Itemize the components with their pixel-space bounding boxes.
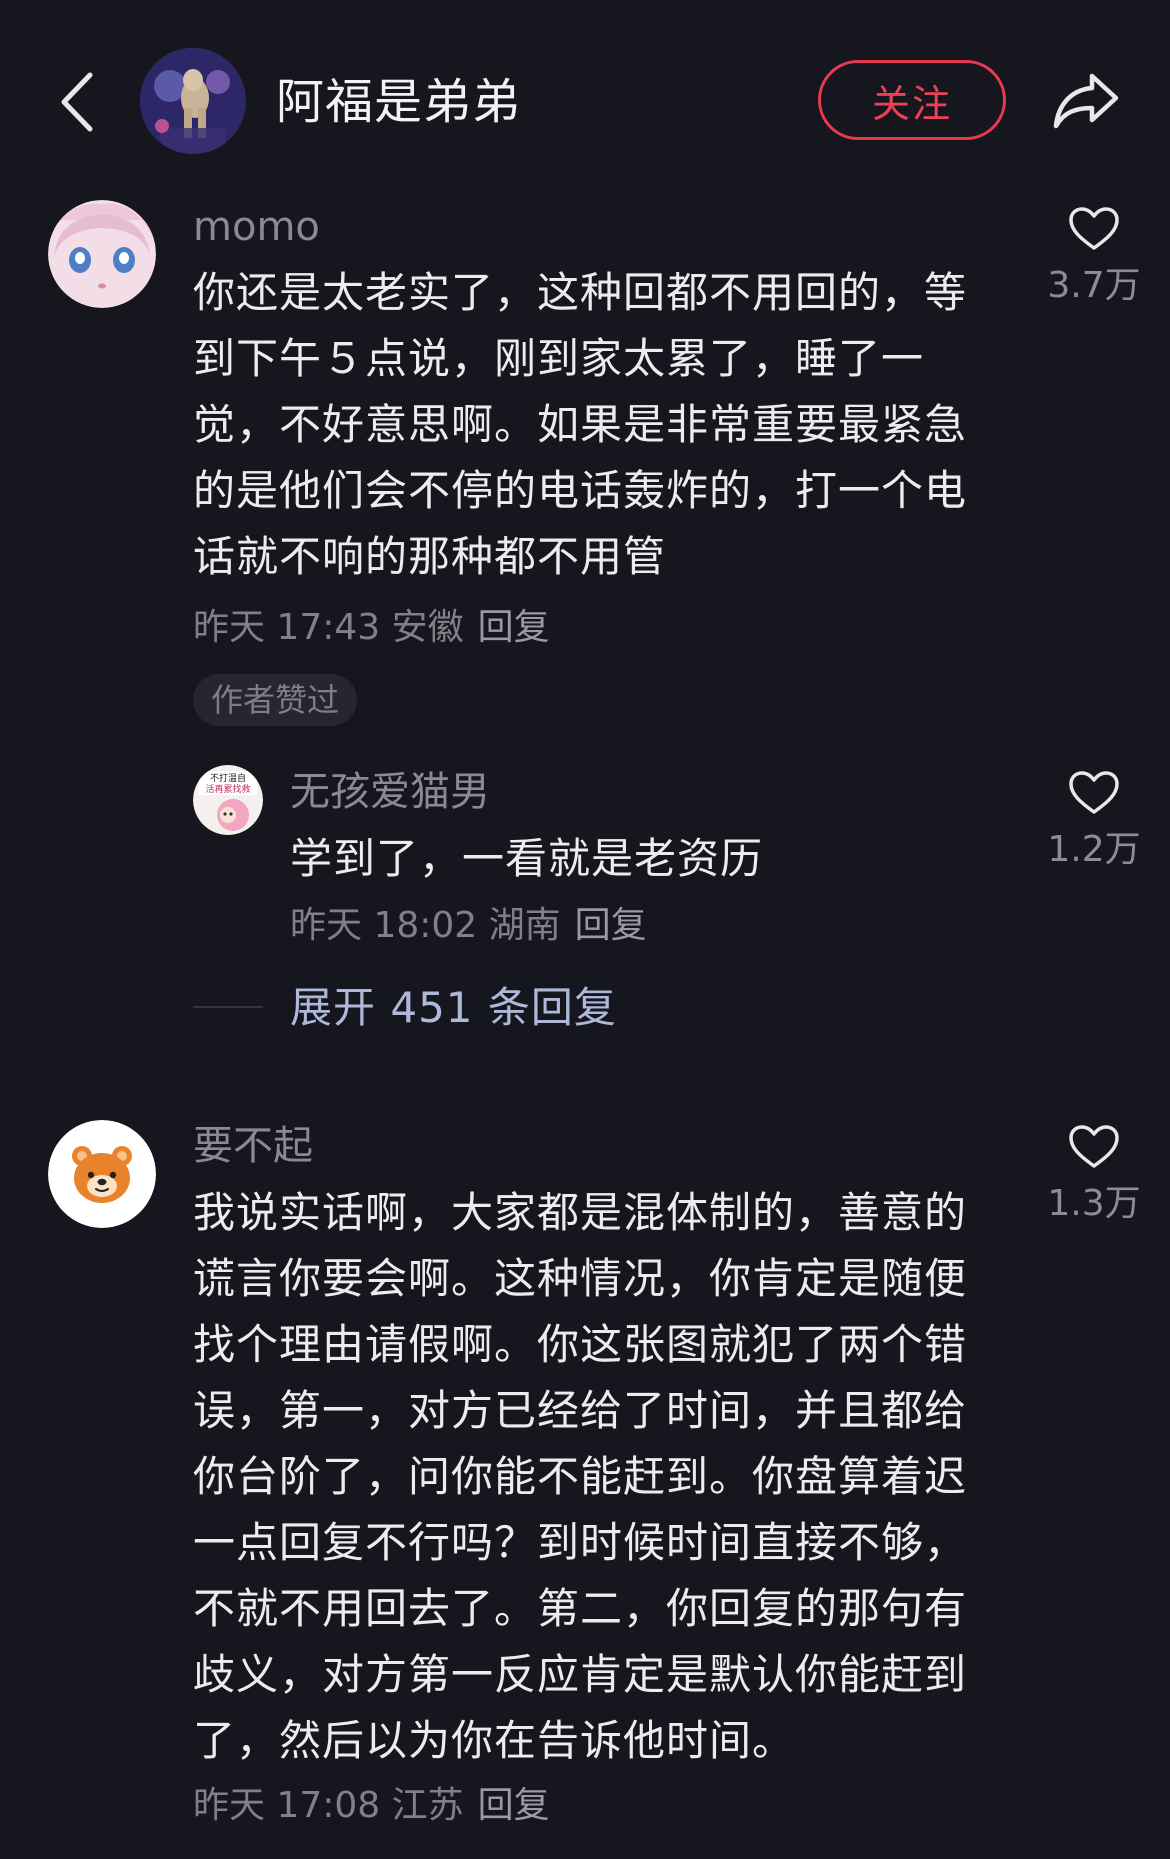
back-button[interactable]	[48, 62, 104, 142]
avatar-momo-image	[48, 200, 156, 308]
avatar-bear-image	[48, 1120, 156, 1228]
like-button[interactable]: 1.2万	[1034, 770, 1154, 874]
follow-button[interactable]: 关注	[818, 60, 1006, 140]
comment-time-location: 昨天 17:43 安徽	[193, 607, 464, 648]
author-liked-badge: 作者赞过	[193, 674, 358, 726]
heart-icon	[1069, 1125, 1119, 1168]
author-name[interactable]: 阿福是弟弟	[276, 72, 521, 132]
comment-text: 我说实话啊，大家都是混体制的，善意的谎言你要会啊。这种情况，你肯定是随便找个理由…	[193, 1188, 968, 1765]
author-avatar-image	[140, 48, 246, 154]
comment-meta: 昨天 17:08 江苏 回复	[193, 1780, 550, 1832]
share-icon	[1053, 73, 1119, 129]
author-avatar[interactable]	[140, 48, 246, 154]
avatar[interactable]	[48, 200, 156, 308]
avatar-reply-text-1: 不打温自	[210, 772, 246, 784]
like-count: 1.2万	[1047, 829, 1141, 870]
chevron-left-icon	[61, 72, 93, 132]
comment-meta: 昨天 17:43 安徽 回复	[193, 602, 550, 654]
heart-icon	[1069, 771, 1119, 814]
like-button[interactable]: 1.3万	[1034, 1124, 1154, 1228]
reply-time-location: 昨天 18:02 湖南	[290, 905, 561, 946]
like-count: 3.7万	[1047, 265, 1141, 306]
avatar[interactable]: 不打温自 活再累找救	[193, 765, 263, 835]
expand-divider	[193, 1006, 263, 1008]
reply-button[interactable]: 回复	[575, 905, 647, 946]
reply-meta: 昨天 18:02 湖南 回复	[290, 900, 647, 952]
comment-username[interactable]: 要不起	[193, 1118, 313, 1174]
avatar[interactable]	[48, 1120, 156, 1228]
avatar-reply-text-2: 活再累找救	[205, 783, 250, 795]
comment-text: 你还是太老实了，这种回都不用回的，等到下午５点说，刚到家太累了，睡了一觉，不好意…	[193, 268, 968, 581]
comment-time-location: 昨天 17:08 江苏	[193, 1785, 464, 1826]
like-count: 1.3万	[1047, 1183, 1141, 1224]
expand-replies-button[interactable]: 展开 451 条回复	[290, 978, 617, 1038]
reply-username[interactable]: 无孩爱猫男	[290, 764, 490, 820]
avatar-reply-image: 不打温自 活再累找救	[193, 765, 263, 835]
top-bar: 阿福是弟弟 关注	[0, 0, 1170, 200]
reply-button[interactable]: 回复	[478, 1785, 550, 1826]
like-button[interactable]: 3.7万	[1034, 206, 1154, 310]
share-button[interactable]	[1046, 60, 1126, 140]
reply-text: 学到了，一看就是老资历	[290, 834, 764, 883]
heart-icon	[1069, 207, 1119, 250]
comment-username[interactable]: momo	[193, 199, 320, 255]
reply-button[interactable]: 回复	[478, 607, 550, 648]
